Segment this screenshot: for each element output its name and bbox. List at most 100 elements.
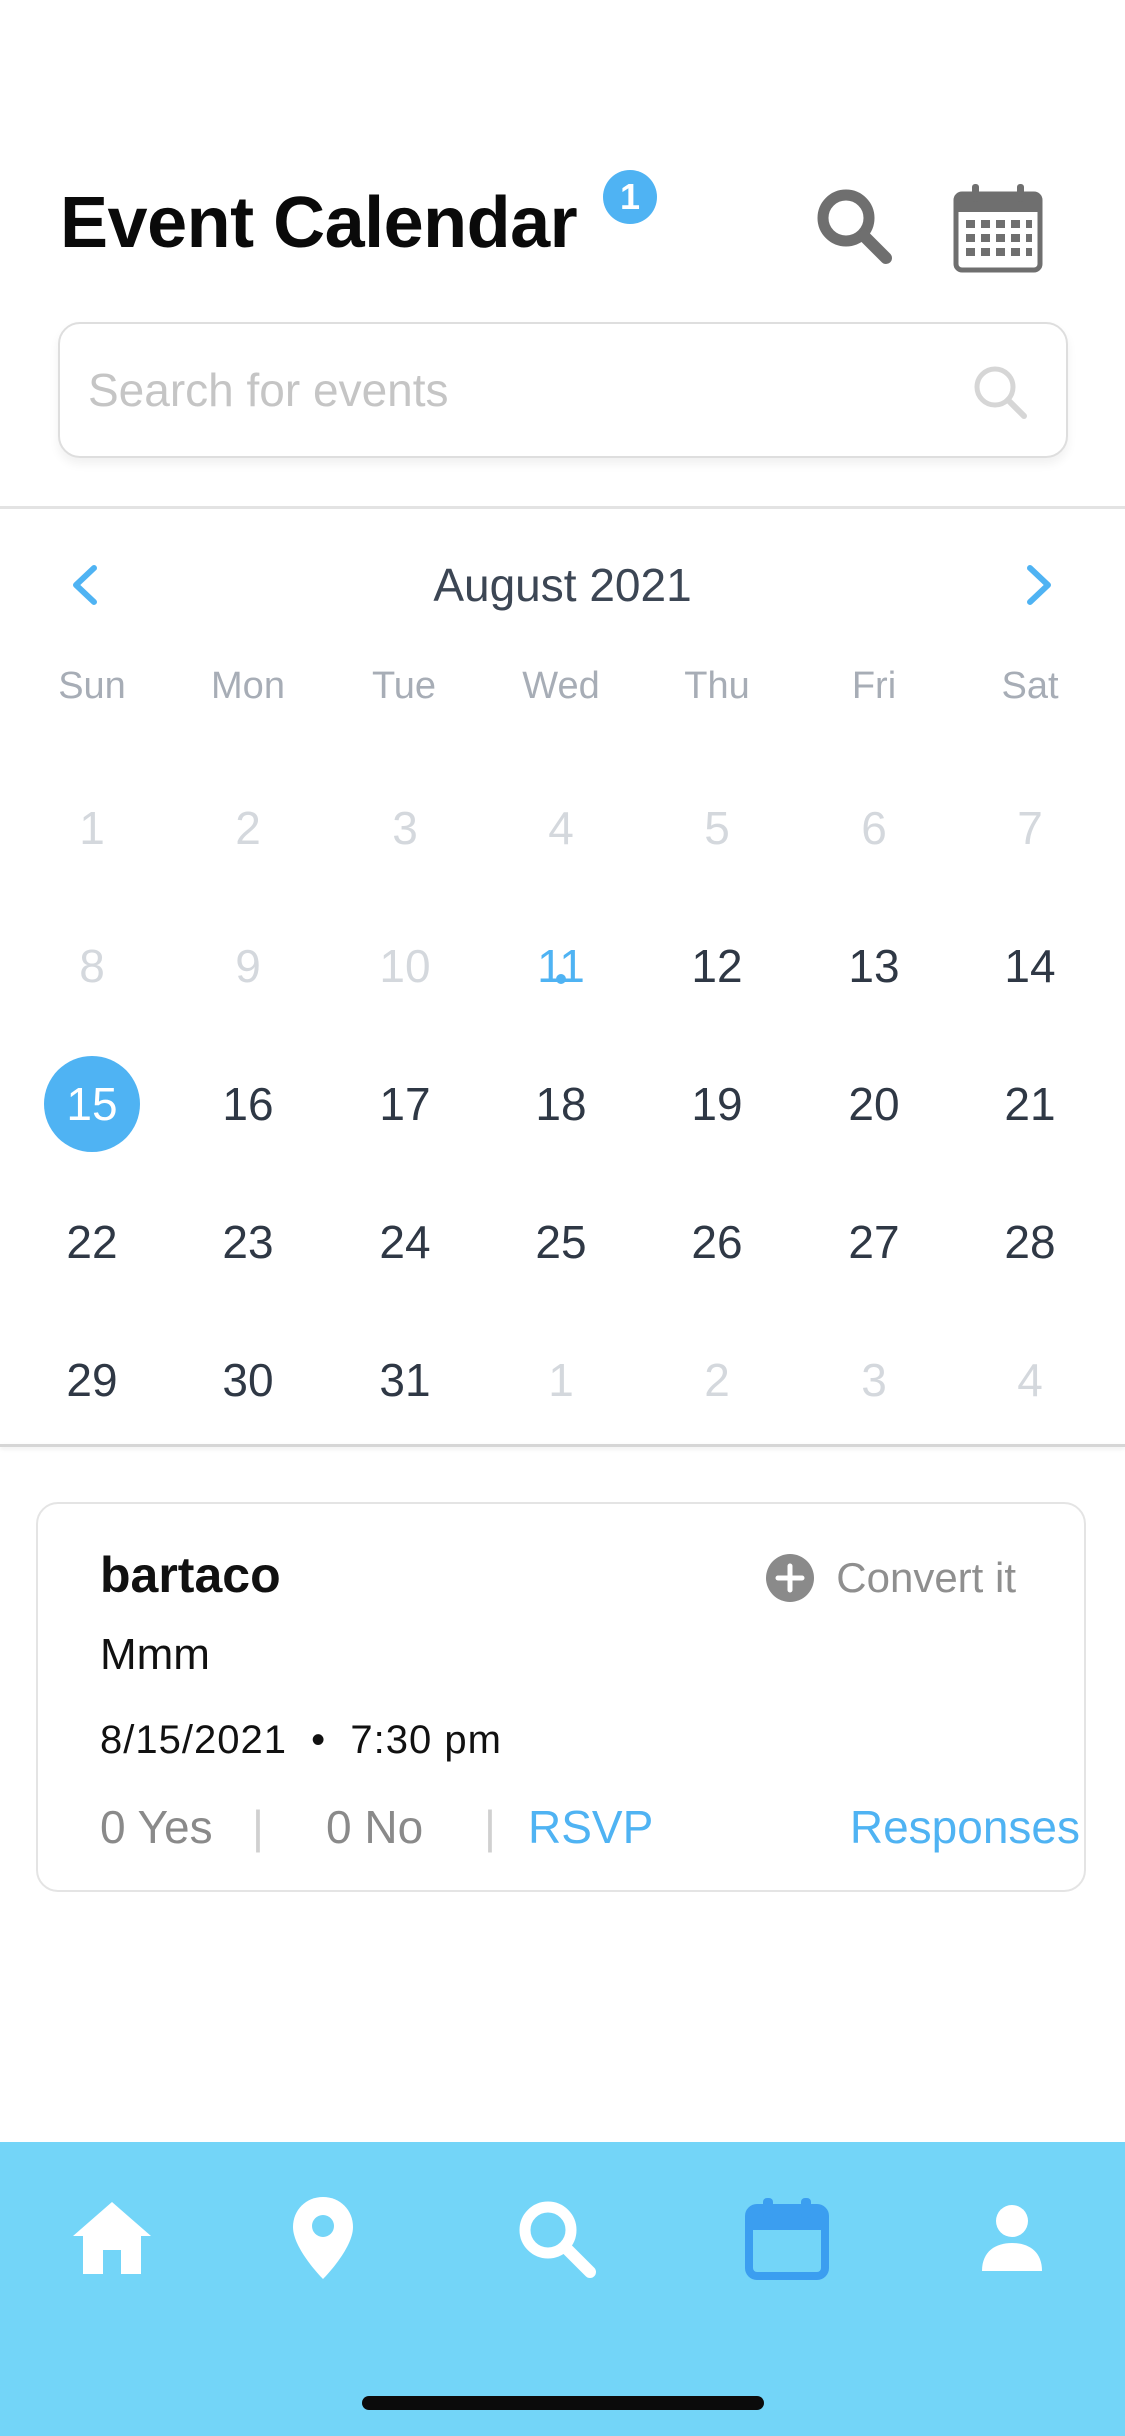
tab-home[interactable] bbox=[62, 2188, 162, 2288]
calendar-day[interactable]: 17 bbox=[345, 1044, 465, 1164]
calendar-day[interactable]: 30 bbox=[188, 1320, 308, 1440]
rsvp-link[interactable]: RSVP bbox=[528, 1800, 653, 1854]
calendar-day[interactable]: 6 bbox=[814, 768, 934, 888]
calendar-day-number: 15 bbox=[66, 1078, 118, 1130]
calendar-day-number: 5 bbox=[704, 802, 730, 854]
calendar-day[interactable]: 25 bbox=[501, 1182, 621, 1302]
divider bbox=[0, 506, 1125, 509]
calendar-day-number: 16 bbox=[222, 1078, 274, 1130]
calendar-day[interactable]: 12 bbox=[657, 906, 777, 1026]
calendar-day[interactable]: 2 bbox=[657, 1320, 777, 1440]
calendar-day[interactable]: 22 bbox=[32, 1182, 152, 1302]
month-navigation: August 2021 bbox=[0, 540, 1125, 630]
calendar-day[interactable]: 20 bbox=[814, 1044, 934, 1164]
calendar-day[interactable]: 5 bbox=[657, 768, 777, 888]
calendar-day-number: 12 bbox=[691, 940, 743, 992]
calendar-day[interactable]: 13 bbox=[814, 906, 934, 1026]
calendar-day[interactable]: 14 bbox=[970, 906, 1090, 1026]
calendar-day[interactable]: 24 bbox=[345, 1182, 465, 1302]
calendar-day[interactable]: 4 bbox=[970, 1320, 1090, 1440]
event-description: Mmm bbox=[100, 1630, 210, 1679]
search-icon bbox=[519, 2201, 596, 2278]
calendar-day[interactable]: 8 bbox=[32, 906, 152, 1026]
calendar-day[interactable]: 3 bbox=[814, 1320, 934, 1440]
calendar-day[interactable]: 11 bbox=[501, 906, 621, 1026]
calendar-day[interactable]: 31 bbox=[345, 1320, 465, 1440]
separator: | bbox=[484, 1801, 496, 1853]
rsvp-row: 0 Yes | 0 No | RSVP Responses bbox=[100, 1800, 1080, 1860]
calendar-day[interactable]: 15 bbox=[32, 1044, 152, 1164]
calendar-day[interactable]: 16 bbox=[188, 1044, 308, 1164]
calendar-day-number: 11 bbox=[537, 940, 585, 992]
calendar-day-number: 3 bbox=[861, 1354, 887, 1406]
calendar-day[interactable]: 27 bbox=[814, 1182, 934, 1302]
weekday-label: Thu bbox=[684, 665, 750, 707]
calendar-day-number: 2 bbox=[235, 802, 261, 854]
calendar-day-number: 14 bbox=[1004, 940, 1056, 992]
calendar-day[interactable]: 21 bbox=[970, 1044, 1090, 1164]
weekday-header: Sun Mon Tue Wed Thu Fri Sat bbox=[0, 665, 1125, 725]
calendar-day-number: 28 bbox=[1004, 1216, 1056, 1268]
calendar-day-number: 25 bbox=[535, 1216, 587, 1268]
calendar-day[interactable]: 7 bbox=[970, 768, 1090, 888]
calendar-day-number: 24 bbox=[379, 1216, 431, 1268]
calendar-view-icon[interactable] bbox=[950, 180, 1046, 276]
calendar-day-number: 23 bbox=[222, 1216, 274, 1268]
separator: | bbox=[252, 1801, 264, 1853]
event-title: bartaco bbox=[100, 1547, 281, 1603]
search-bar[interactable] bbox=[58, 322, 1068, 458]
search-input[interactable] bbox=[88, 324, 968, 456]
calendar-day-number: 30 bbox=[222, 1354, 274, 1406]
tab-profile[interactable] bbox=[962, 2188, 1062, 2288]
calendar-day[interactable]: 29 bbox=[32, 1320, 152, 1440]
search-icon[interactable] bbox=[812, 184, 896, 268]
yes-count: 0 Yes bbox=[100, 1801, 213, 1853]
calendar-day[interactable]: 3 bbox=[345, 768, 465, 888]
home-indicator bbox=[362, 2396, 764, 2410]
event-indicator-dot bbox=[556, 974, 566, 984]
calendar-day-number: 1 bbox=[79, 802, 105, 854]
notification-badge[interactable]: 1 bbox=[603, 170, 657, 224]
search-field-icon bbox=[974, 366, 1027, 419]
calendar-day-number: 4 bbox=[548, 802, 574, 854]
tab-search[interactable] bbox=[506, 2188, 606, 2288]
calendar-day[interactable]: 4 bbox=[501, 768, 621, 888]
calendar-day[interactable]: 19 bbox=[657, 1044, 777, 1164]
calendar-day[interactable]: 9 bbox=[188, 906, 308, 1026]
calendar-day[interactable]: 1 bbox=[32, 768, 152, 888]
calendar-day-number: 6 bbox=[861, 802, 887, 854]
page-title: Event Calendar bbox=[60, 183, 578, 263]
calendar-day[interactable]: 26 bbox=[657, 1182, 777, 1302]
calendar-day-number: 10 bbox=[379, 940, 431, 992]
home-icon bbox=[73, 2202, 151, 2274]
calendar-day-number: 8 bbox=[79, 940, 105, 992]
user-icon bbox=[982, 2205, 1042, 2271]
calendar-icon bbox=[745, 2198, 829, 2280]
event-card[interactable]: bartaco Convert it Mmm 8/15/2021 • 7:30 … bbox=[36, 1502, 1086, 1892]
calendar-day-number: 4 bbox=[1017, 1354, 1043, 1406]
calendar-day-number: 18 bbox=[535, 1078, 587, 1130]
weekday-label: Sat bbox=[1001, 665, 1059, 707]
plus-circle-icon bbox=[766, 1554, 815, 1602]
event-time: 7:30 pm bbox=[350, 1718, 502, 1762]
event-datetime: 8/15/2021 • 7:30 pm bbox=[100, 1718, 502, 1762]
chevron-right-icon[interactable] bbox=[1012, 560, 1062, 610]
tab-calendar[interactable] bbox=[737, 2188, 837, 2288]
divider bbox=[0, 1444, 1125, 1447]
weekday-label: Mon bbox=[211, 665, 285, 707]
convert-button[interactable]: Convert it bbox=[764, 1550, 1016, 1606]
calendar-day[interactable]: 28 bbox=[970, 1182, 1090, 1302]
convert-label: Convert it bbox=[836, 1554, 1016, 1601]
calendar-day[interactable]: 2 bbox=[188, 768, 308, 888]
calendar-day[interactable]: 18 bbox=[501, 1044, 621, 1164]
calendar-day[interactable]: 23 bbox=[188, 1182, 308, 1302]
calendar-day-number: 20 bbox=[848, 1078, 900, 1130]
calendar-day-number: 27 bbox=[848, 1216, 900, 1268]
tab-map[interactable] bbox=[273, 2188, 373, 2288]
calendar-day[interactable]: 10 bbox=[345, 906, 465, 1026]
calendar-day[interactable]: 1 bbox=[501, 1320, 621, 1440]
calendar-day-number: 13 bbox=[848, 940, 900, 992]
month-label: August 2021 bbox=[433, 559, 692, 611]
weekday-label: Fri bbox=[851, 665, 897, 707]
responses-link[interactable]: Responses bbox=[850, 1800, 1080, 1854]
